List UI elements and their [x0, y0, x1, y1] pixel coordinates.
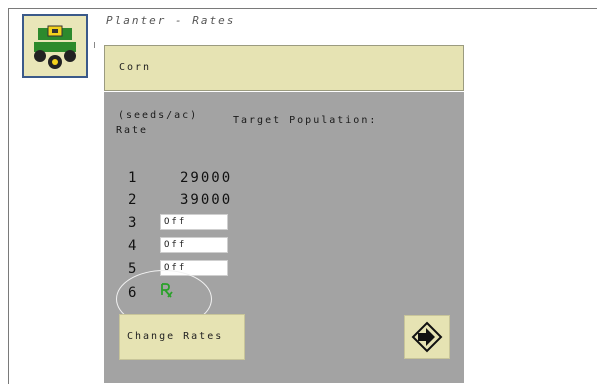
rate-number: 1	[128, 170, 137, 186]
crop-selector[interactable]: Corn	[104, 45, 464, 91]
units-label: (seeds/ac)	[118, 110, 199, 121]
rate-value[interactable]: 29000	[180, 170, 232, 186]
divider	[94, 42, 95, 48]
rate-label: Rate	[116, 125, 149, 136]
change-rates-button[interactable]: Change Rates	[119, 314, 245, 360]
screen-title: Planter - Rates	[106, 14, 236, 27]
next-page-button[interactable]	[404, 315, 450, 359]
rates-panel: (seeds/ac) Rate Target Population: 1 290…	[104, 92, 464, 383]
rate-number: 3	[128, 215, 137, 231]
rate-value[interactable]: 39000	[180, 192, 232, 208]
rate-input[interactable]: Off	[160, 237, 228, 253]
rate-number: 4	[128, 238, 137, 254]
crop-label: Corn	[119, 62, 152, 73]
rate-number: 2	[128, 192, 137, 208]
target-population-label: Target Population:	[233, 115, 378, 126]
planter-icon[interactable]	[22, 14, 88, 78]
rate-input[interactable]: Off	[160, 214, 228, 230]
next-page-icon	[405, 321, 449, 362]
